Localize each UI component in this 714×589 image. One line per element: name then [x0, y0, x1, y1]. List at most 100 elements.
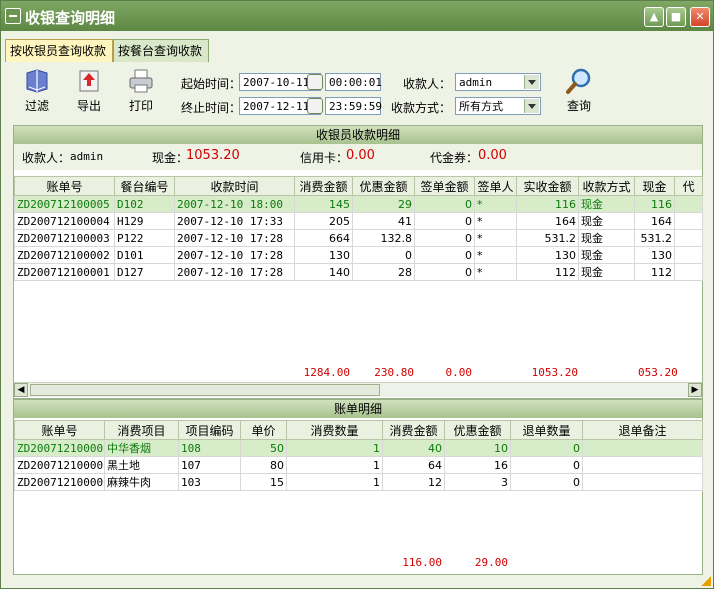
scroll-right-button[interactable]: ▶ — [688, 383, 702, 397]
export-icon — [79, 70, 99, 92]
tab-by-cashier[interactable]: 按收银员查询收款 — [5, 39, 113, 62]
table-cell: 116 — [634, 195, 675, 213]
end-time-label: 终止时间： — [181, 101, 242, 115]
table-cell: ZD200712100004 — [14, 212, 115, 230]
start-date-picker[interactable] — [307, 74, 323, 90]
cashier-select[interactable]: admin — [455, 73, 541, 91]
method-filter-label: 收款方式： — [391, 101, 452, 115]
resize-grip-icon[interactable] — [701, 576, 711, 586]
table-cell: 中华香烟 — [104, 439, 179, 457]
table-cell: 0 — [414, 263, 475, 281]
column-header[interactable]: 收款时间 — [174, 176, 295, 196]
maximize-button[interactable]: ■ — [666, 7, 686, 27]
table-cell: 130 — [634, 246, 675, 264]
column-header[interactable]: 账单号 — [14, 176, 115, 196]
bill-total-amount: 116.00 — [402, 556, 442, 569]
table-cell: 3 — [444, 473, 511, 491]
minimize-button[interactable]: ▲ — [644, 7, 664, 27]
scrollbar-thumb[interactable] — [30, 384, 380, 396]
end-time-field[interactable]: 23:59:59 — [325, 97, 382, 115]
table-cell: 205 — [294, 212, 353, 230]
column-header[interactable]: 单价 — [240, 420, 287, 440]
column-header[interactable]: 实收金额 — [516, 176, 579, 196]
filter-button[interactable]: 过滤 — [17, 67, 57, 114]
table-cell: 1 — [286, 456, 383, 474]
main-window: 收银查询明细 ▲ ■ ✕ 按收银员查询收款 按餐台查询收款 过滤 导出 打印 起… — [0, 0, 714, 589]
table-cell: * — [474, 246, 517, 264]
window-title: 收银查询明细 — [25, 9, 116, 27]
table-cell — [674, 212, 703, 230]
column-header[interactable]: 代 — [674, 176, 703, 196]
query-button[interactable]: 查询 — [559, 67, 599, 114]
column-header[interactable]: 项目编码 — [178, 420, 241, 440]
close-button[interactable]: ✕ — [690, 7, 710, 27]
column-header[interactable]: 餐台编号 — [114, 176, 175, 196]
start-date-value: 2007-10-11 — [243, 76, 310, 89]
table-row[interactable]: ZD200712100005 麻辣牛肉 103 15 1 12 3 0 — [14, 473, 703, 491]
receipt-panel: 收银员收款明细 收款人： admin 现金： 1053.20 信用卡： 0.00… — [13, 125, 703, 399]
scroll-left-button[interactable]: ◀ — [14, 383, 28, 397]
table-row[interactable]: ZD200712100003 P122 2007-12-10 17:28 664 132… — [14, 229, 703, 247]
table-cell: 12 — [382, 473, 445, 491]
export-button[interactable]: 导出 — [69, 67, 109, 114]
column-header[interactable]: 优惠金额 — [352, 176, 415, 196]
table-cell: ZD200712100005 — [14, 473, 105, 491]
table-cell: 0 — [510, 473, 583, 491]
column-header[interactable]: 优惠金额 — [444, 420, 511, 440]
chevron-down-icon[interactable] — [524, 99, 539, 113]
table-cell: 1 — [286, 439, 383, 457]
horizontal-scrollbar[interactable]: ◀ ▶ — [14, 382, 702, 397]
table-cell: D101 — [114, 246, 175, 264]
column-header[interactable]: 账单号 — [14, 420, 105, 440]
column-header[interactable]: 消费数量 — [286, 420, 383, 440]
column-header[interactable]: 签单人 — [474, 176, 517, 196]
table-cell: 2007-12-10 17:28 — [174, 246, 295, 264]
bill-totals: 116.00 29.00 — [14, 554, 702, 572]
table-cell — [674, 195, 703, 213]
table-cell: 130 — [516, 246, 579, 264]
column-header[interactable]: 现金 — [634, 176, 675, 196]
table-cell: * — [474, 263, 517, 281]
start-time-field[interactable]: 00:00:01 — [325, 73, 382, 91]
table-cell: 现金 — [578, 263, 635, 281]
table-row[interactable]: ZD200712100004 H129 2007-12-10 17:33 205 41 0… — [14, 212, 703, 230]
table-cell: * — [474, 212, 517, 230]
column-header[interactable]: 退单数量 — [510, 420, 583, 440]
total-consume: 1284.00 — [303, 366, 350, 379]
summary-cashier-value: admin — [70, 150, 104, 163]
summary-voucher-label: 代金券： — [430, 151, 479, 165]
print-button[interactable]: 打印 — [121, 67, 161, 114]
table-cell: 0 — [414, 229, 475, 247]
table-row[interactable]: ZD200712100005 D102 2007-12-10 18:00 145 29 0… — [14, 195, 703, 213]
column-header[interactable]: 消费金额 — [294, 176, 353, 196]
column-header[interactable]: 收款方式 — [578, 176, 635, 196]
summary-voucher-value: 0.00 — [478, 148, 507, 163]
table-cell: D127 — [114, 263, 175, 281]
column-header[interactable]: 消费项目 — [104, 420, 179, 440]
summary-card-value: 0.00 — [346, 148, 375, 163]
table-cell: 0 — [414, 246, 475, 264]
column-header[interactable]: 退单备注 — [582, 420, 703, 440]
table-row[interactable]: ZD200712100001 D127 2007-12-10 17:28 140 28 0… — [14, 263, 703, 281]
table-cell: 531.2 — [634, 229, 675, 247]
table-cell: 现金 — [578, 195, 635, 213]
total-sign: 0.00 — [445, 366, 473, 379]
end-date-picker[interactable] — [307, 98, 323, 114]
receipt-panel-title: 收银员收款明细 — [14, 126, 702, 144]
table-row[interactable]: ZD200712100005 中华香烟 108 50 1 40 10 0 — [14, 439, 703, 457]
table-row[interactable]: ZD200712100002 D101 2007-12-10 17:28 130 0 0 *… — [14, 246, 703, 264]
tab-by-table[interactable]: 按餐台查询收款 — [113, 39, 209, 62]
column-header[interactable]: 签单金额 — [414, 176, 475, 196]
table-row[interactable]: ZD200712100005 黑土地 107 80 1 64 16 0 — [14, 456, 703, 474]
method-select[interactable]: 所有方式 — [455, 97, 541, 115]
table-cell: 116 — [516, 195, 579, 213]
table-cell: 80 — [240, 456, 287, 474]
table-cell: ZD200712100003 — [14, 229, 115, 247]
table-cell: 664 — [294, 229, 353, 247]
table-cell: 0 — [414, 212, 475, 230]
bill-panel: 账单明细 账单号 消费项目 项目编码 单价 消费数量 消费金额 优惠金额 退单数量 退单备注 Z… — [13, 399, 703, 575]
summary-cash-label: 现金： — [152, 151, 189, 165]
system-menu-icon[interactable] — [5, 8, 21, 24]
chevron-down-icon[interactable] — [524, 75, 539, 89]
column-header[interactable]: 消费金额 — [382, 420, 445, 440]
